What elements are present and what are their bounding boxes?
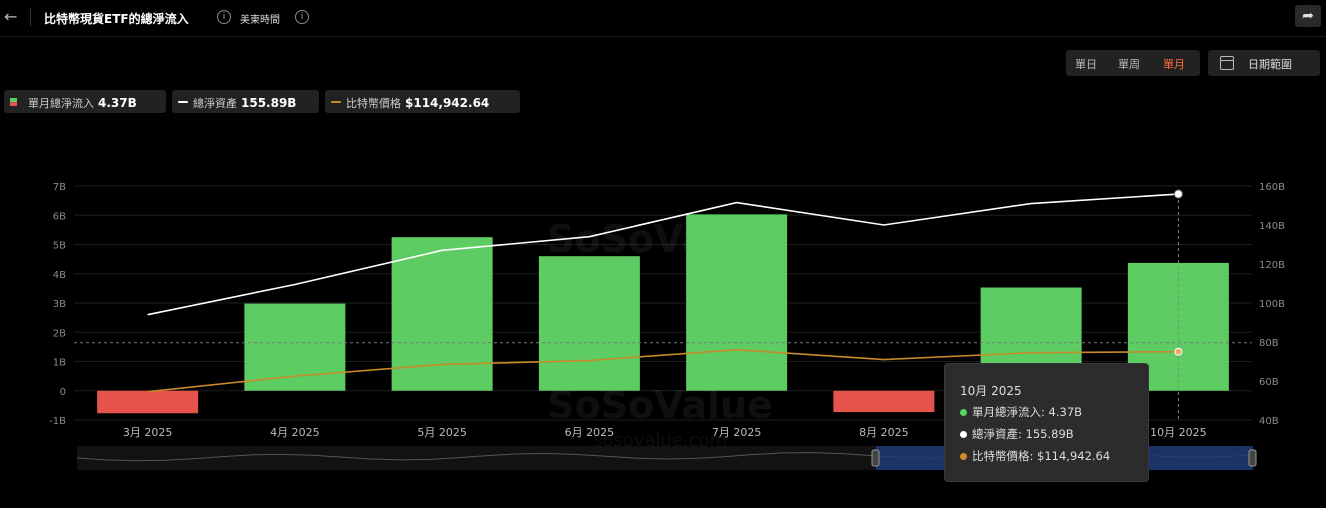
tooltip-row-assets: 總淨資產: 155.89B: [960, 426, 1074, 442]
right-axis-tick-label: 80B: [1259, 338, 1279, 349]
assets-point-highlight: [1173, 189, 1183, 199]
left-axis-tick-label: 4B: [53, 270, 66, 281]
white-dot-icon: [960, 431, 967, 438]
bar-6: [833, 390, 935, 413]
tooltip-title: 10月 2025: [960, 384, 1022, 398]
right-axis-tick-label: 40B: [1259, 416, 1279, 427]
left-axis-tick-label: 2B: [53, 328, 66, 339]
chart-tooltip: 10月 2025 單月總淨流入: 4.37B 總淨資產: 155.89B 比特幣…: [944, 363, 1149, 482]
range-slider-right-handle[interactable]: [1248, 449, 1257, 467]
bar-4: [538, 256, 640, 391]
right-axis-tick-label: 120B: [1259, 260, 1285, 271]
x-axis-tick-label: 10月 2025: [1150, 426, 1207, 439]
x-axis-tick-label: 3月 2025: [123, 426, 173, 439]
bar-1: [97, 390, 199, 414]
left-axis-tick-label: 3B: [53, 299, 66, 310]
x-axis-tick-label: 4月 2025: [270, 426, 320, 439]
right-axis-tick-label: 100B: [1259, 299, 1285, 310]
x-axis-tick-label: 5月 2025: [417, 426, 467, 439]
bar-5: [686, 214, 788, 391]
bar-2: [244, 303, 346, 391]
right-axis-tick-label: 160B: [1259, 182, 1285, 193]
orange-dot-icon: [960, 453, 967, 460]
x-axis-tick-label: 6月 2025: [565, 426, 615, 439]
left-axis-tick-label: 5B: [53, 241, 66, 252]
right-axis-tick-label: 140B: [1259, 221, 1285, 232]
tooltip-row-inflow: 單月總淨流入: 4.37B: [960, 404, 1082, 420]
x-axis-tick-label: 8月 2025: [859, 426, 909, 439]
tooltip-row-price: 比特幣價格: $114,942.64: [960, 448, 1110, 464]
left-axis-tick-label: 1B: [53, 358, 66, 369]
left-axis-tick-label: -1B: [49, 416, 66, 427]
x-axis-tick-label: 7月 2025: [712, 426, 762, 439]
left-axis-tick-label: 6B: [53, 211, 66, 222]
left-axis-tick-label: 7B: [53, 182, 66, 193]
green-dot-icon: [960, 409, 967, 416]
left-axis-tick-label: 0: [60, 387, 66, 398]
range-slider-left-handle[interactable]: [871, 449, 880, 467]
right-axis-tick-label: 60B: [1259, 377, 1279, 388]
price-point-highlight: [1174, 347, 1183, 356]
